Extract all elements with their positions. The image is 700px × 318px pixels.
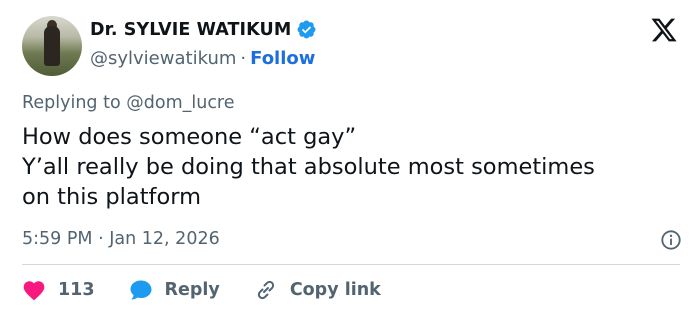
- copy-link-button[interactable]: Copy link: [254, 278, 381, 302]
- x-logo-icon[interactable]: [650, 16, 678, 44]
- meta-separator: ·: [98, 229, 104, 249]
- tweet-line: How does someone “act gay”: [22, 124, 357, 150]
- avatar-figure: [44, 26, 60, 66]
- link-icon: [257, 280, 274, 300]
- reply-mention-link[interactable]: @dom_lucre: [126, 93, 234, 113]
- divider: [22, 264, 680, 265]
- avatar[interactable]: [22, 16, 82, 76]
- chat-bubble-icon: [130, 280, 152, 300]
- reply-label: Reply: [164, 280, 220, 300]
- tweet-date: Jan 12, 2026: [109, 229, 220, 249]
- author-name-row: Dr. SYLVIE WATIKUM: [90, 19, 317, 40]
- info-icon[interactable]: [660, 229, 682, 251]
- tweet-line: on this platform: [22, 184, 201, 210]
- replying-to: Replying to @dom_lucre: [22, 93, 235, 113]
- like-button[interactable]: 113: [22, 279, 95, 301]
- tweet-time: 5:59 PM: [22, 229, 93, 249]
- follow-button[interactable]: Follow: [250, 48, 315, 69]
- reply-button[interactable]: Reply: [129, 279, 220, 301]
- action-bar: 113 Reply Copy link: [22, 278, 415, 302]
- handle-separator: ·: [240, 48, 247, 69]
- tweet-timestamp[interactable]: 5:59 PM · Jan 12, 2026: [22, 229, 220, 249]
- replying-prefix: Replying to: [22, 93, 121, 113]
- handle-row: @sylviewatikum · Follow: [90, 48, 315, 69]
- tweet-text: How does someone “act gay” Y’all really …: [22, 122, 682, 212]
- like-count: 113: [58, 280, 95, 300]
- heart-icon: [23, 281, 45, 301]
- author-name[interactable]: Dr. SYLVIE WATIKUM: [90, 20, 291, 40]
- copy-link-label: Copy link: [289, 280, 381, 300]
- verified-badge-icon: [297, 20, 316, 39]
- author-handle[interactable]: @sylviewatikum: [90, 48, 236, 69]
- tweet-line: Y’all really be doing that absolute most…: [22, 154, 595, 180]
